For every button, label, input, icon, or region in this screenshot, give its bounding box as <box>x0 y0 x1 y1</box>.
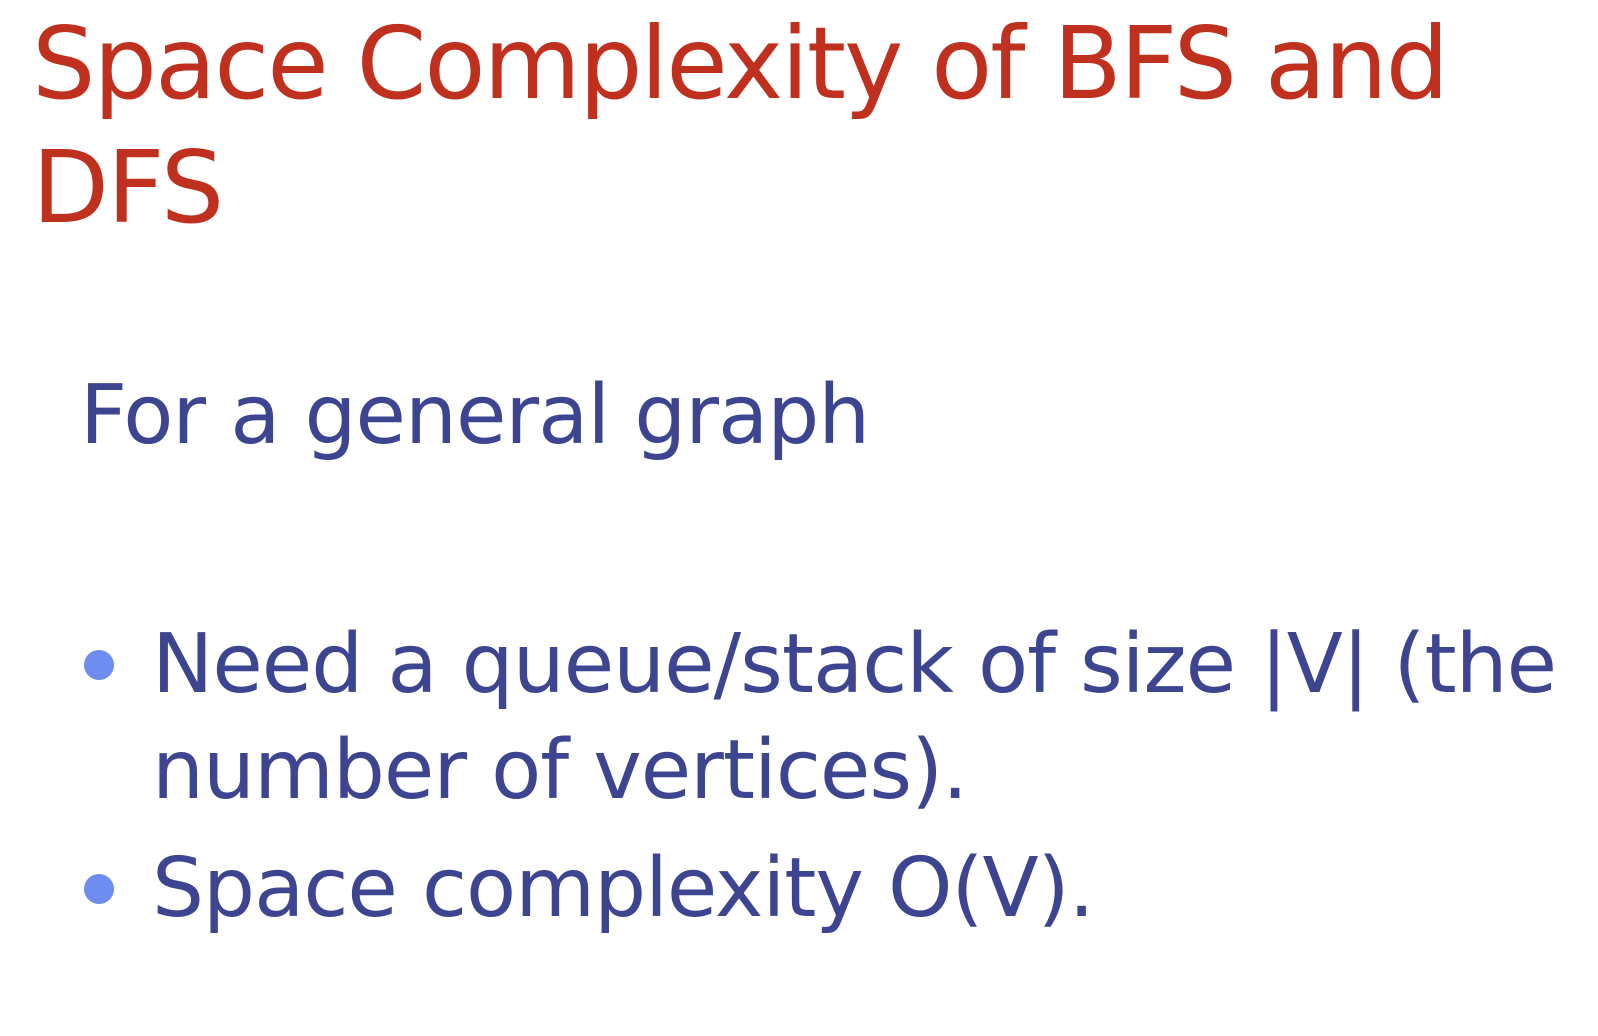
bullet-text: Space complexity O(V). <box>152 841 1095 936</box>
bullet-item-space-complexity: Space complexity O(V). <box>0 836 1572 942</box>
bullet-item-queue-size: Need a queue/stack of size |V| (the numb… <box>0 612 1572 824</box>
slide-subtitle: For a general graph <box>80 368 870 463</box>
bullet-dot-icon <box>84 874 114 904</box>
bullet-text: Need a queue/stack of size |V| (the numb… <box>152 617 1557 818</box>
bullet-list: Need a queue/stack of size |V| (the numb… <box>0 612 1598 942</box>
bullet-dot-icon <box>84 650 114 680</box>
slide-title: Space Complexity of BFS and DFS <box>32 5 1449 246</box>
slide: Space Complexity of BFS and DFS For a ge… <box>0 0 1598 1036</box>
